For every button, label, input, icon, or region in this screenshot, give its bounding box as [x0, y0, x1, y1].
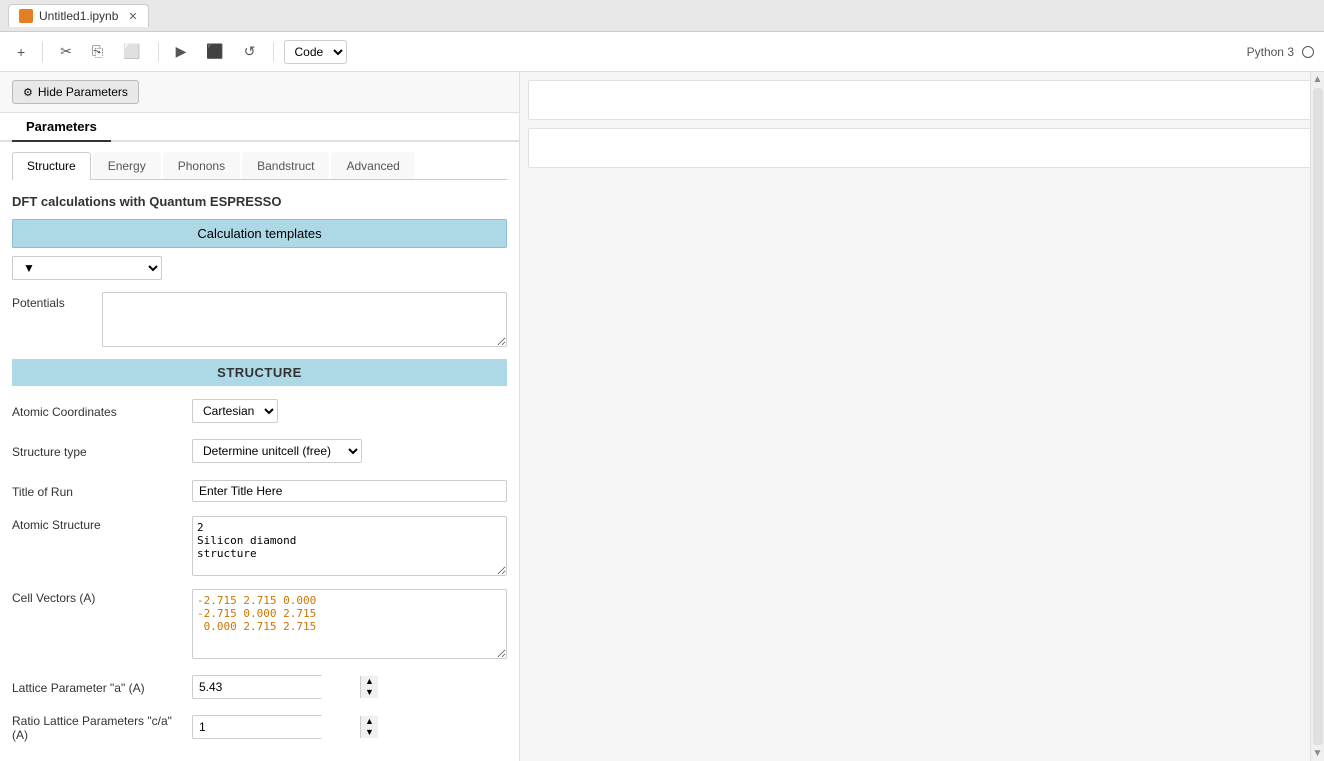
lattice-a-spinner[interactable]: ▲ ▼	[192, 675, 322, 699]
toolbar-divider-3	[273, 42, 274, 62]
kernel-label: Python 3	[1247, 45, 1294, 59]
tab-favicon	[19, 9, 33, 23]
tab-title: Untitled1.ipynb	[39, 9, 118, 23]
title-of-run-label: Title of Run	[12, 483, 192, 499]
tab-energy[interactable]: Energy	[93, 152, 161, 179]
lattice-a-row: Lattice Parameter "a" (A) ▲ ▼	[12, 672, 507, 702]
potentials-row: Potentials	[12, 292, 507, 347]
ratio-ca-spin-buttons: ▲ ▼	[360, 716, 378, 738]
tab-phonons[interactable]: Phonons	[163, 152, 240, 179]
ratio-ca-input[interactable]	[193, 716, 360, 738]
atomic-structure-textarea[interactable]: 2 Silicon diamond structure	[192, 516, 507, 576]
lattice-a-spin-buttons: ▲ ▼	[360, 676, 378, 698]
atomic-structure-label: Atomic Structure	[12, 516, 192, 532]
structure-type-label: Structure type	[12, 443, 192, 459]
title-of-run-control	[192, 480, 507, 502]
cell-vectors-label: Cell Vectors (A)	[12, 589, 192, 605]
title-of-run-row: Title of Run	[12, 476, 507, 506]
lattice-a-down[interactable]: ▼	[361, 687, 378, 698]
paste-button[interactable]: ⬜	[116, 39, 147, 64]
cell-vectors-control: -2.715 2.715 0.000 -2.715 0.000 2.715 0.…	[192, 589, 507, 662]
browser-tab[interactable]: Untitled1.ipynb ✕	[8, 4, 149, 27]
jupyter-toolbar: + ✂ ⎘ ⬜ ▶ ⬛ ↺ Code Python 3	[0, 32, 1324, 72]
output-cell-2	[528, 128, 1316, 168]
gear-icon: ⚙	[23, 86, 33, 99]
cut-button[interactable]: ✂	[53, 39, 79, 64]
left-panel: ⚙ Hide Parameters Parameters Structure E…	[0, 72, 520, 761]
title-of-run-input[interactable]	[192, 480, 507, 502]
potentials-textarea[interactable]	[102, 292, 507, 347]
ratio-ca-sub-label: (A)	[12, 728, 28, 742]
copy-button[interactable]: ⎘	[85, 39, 110, 64]
atomic-coordinates-control: Cartesian Crystal	[192, 399, 507, 423]
scroll-up-arrow[interactable]: ▲	[1313, 74, 1323, 85]
templates-dropdown[interactable]: ▼ Option 1 Option 2	[12, 256, 162, 280]
hide-params-button[interactable]: ⚙ Hide Parameters	[12, 80, 139, 104]
structure-type-row: Structure type Determine unitcell (free)…	[12, 436, 507, 466]
templates-dropdown-row: ▼ Option 1 Option 2	[12, 256, 507, 280]
ratio-ca-main-label: Ratio Lattice Parameters "c/a"	[12, 714, 172, 728]
sub-tabs: Structure Energy Phonons Bandstruct Adva…	[12, 152, 507, 180]
ratio-ca-control: ▲ ▼	[192, 715, 507, 739]
ratio-ca-up[interactable]: ▲	[361, 716, 378, 727]
tab-close-icon[interactable]: ✕	[128, 10, 137, 23]
atomic-coordinates-select[interactable]: Cartesian Crystal	[192, 399, 278, 423]
kernel-indicator	[1302, 46, 1314, 58]
right-panel: ▲ ▼	[520, 72, 1324, 761]
browser-tab-bar: Untitled1.ipynb ✕	[0, 0, 1324, 32]
toolbar-divider-2	[158, 42, 159, 62]
tab-structure[interactable]: Structure	[12, 152, 91, 180]
atomic-structure-control: 2 Silicon diamond structure	[192, 516, 507, 579]
tab-bandstruct[interactable]: Bandstruct	[242, 152, 329, 179]
cell-type-select[interactable]: Code	[284, 40, 347, 64]
run-button[interactable]: ▶	[169, 39, 194, 64]
cell-vectors-row: Cell Vectors (A) -2.715 2.715 0.000 -2.7…	[12, 589, 507, 662]
atomic-structure-row: Atomic Structure 2 Silicon diamond struc…	[12, 516, 507, 579]
section-title: DFT calculations with Quantum ESPRESSO	[12, 194, 507, 209]
main-layout: ⚙ Hide Parameters Parameters Structure E…	[0, 72, 1324, 761]
lattice-a-control: ▲ ▼	[192, 675, 507, 699]
parameters-tab[interactable]: Parameters	[12, 113, 111, 142]
lattice-a-input[interactable]	[193, 676, 360, 698]
ratio-ca-spinner[interactable]: ▲ ▼	[192, 715, 322, 739]
tab-advanced[interactable]: Advanced	[331, 152, 414, 179]
right-scrollbar[interactable]: ▲ ▼	[1310, 72, 1324, 761]
atomic-coordinates-label: Atomic Coordinates	[12, 403, 192, 419]
output-cell-1	[528, 80, 1316, 120]
calc-templates-button[interactable]: Calculation templates	[12, 219, 507, 248]
panel-content: Structure Energy Phonons Bandstruct Adva…	[0, 142, 519, 761]
ratio-ca-row: Ratio Lattice Parameters "c/a" (A) ▲ ▼	[12, 712, 507, 742]
cell-vectors-textarea[interactable]: -2.715 2.715 0.000 -2.715 0.000 2.715 0.…	[192, 589, 507, 659]
structure-banner: STRUCTURE	[12, 359, 507, 386]
hide-params-bar: ⚙ Hide Parameters	[0, 72, 519, 113]
lattice-a-up[interactable]: ▲	[361, 676, 378, 687]
structure-type-select[interactable]: Determine unitcell (free) Fixed unitcell…	[192, 439, 362, 463]
toolbar-divider-1	[42, 42, 43, 62]
ratio-ca-down[interactable]: ▼	[361, 727, 378, 738]
restart-button[interactable]: ↺	[237, 39, 263, 64]
atomic-coordinates-row: Atomic Coordinates Cartesian Crystal	[12, 396, 507, 426]
scroll-track[interactable]	[1313, 88, 1323, 745]
params-header: Parameters	[0, 113, 519, 142]
scroll-down-arrow[interactable]: ▼	[1313, 748, 1323, 759]
potentials-label: Potentials	[12, 292, 102, 310]
toolbar-right: Python 3	[1247, 45, 1314, 59]
lattice-a-label: Lattice Parameter "a" (A)	[12, 679, 192, 695]
structure-type-control: Determine unitcell (free) Fixed unitcell…	[192, 439, 507, 463]
add-cell-button[interactable]: +	[10, 40, 32, 64]
hide-params-label: Hide Parameters	[38, 85, 128, 99]
interrupt-button[interactable]: ⬛	[199, 39, 230, 64]
ratio-ca-label: Ratio Lattice Parameters "c/a" (A)	[12, 712, 192, 742]
